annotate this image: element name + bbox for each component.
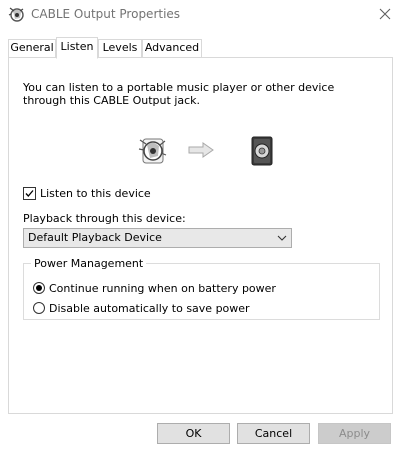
listen-tab-panel: You can listen to a portable music playe…	[8, 57, 393, 414]
cancel-button[interactable]: Cancel	[237, 423, 310, 444]
listen-description: You can listen to a portable music playe…	[23, 81, 335, 107]
playback-label: Playback through this device:	[23, 212, 186, 225]
radio-disable-automatically-label: Disable automatically to save power	[49, 301, 250, 315]
speaker-properties-icon	[8, 7, 24, 22]
radio-continue-running-label: Continue running when on battery power	[49, 281, 276, 295]
close-button[interactable]	[368, 0, 401, 28]
apply-button[interactable]: Apply	[318, 423, 391, 444]
ok-button[interactable]: OK	[157, 423, 230, 444]
arrow-right-icon	[188, 142, 214, 158]
device-diagram	[137, 133, 277, 173]
properties-dialog: CABLE Output Properties General Listen L…	[0, 0, 401, 450]
tab-listen[interactable]: Listen	[56, 37, 98, 59]
radio-disable-automatically[interactable]: Disable automatically to save power	[33, 301, 250, 315]
listen-checkbox-label: Listen to this device	[40, 186, 151, 200]
radio-button-selected[interactable]	[33, 282, 45, 294]
power-management-group: Power Management Continue running when o…	[23, 257, 380, 320]
close-icon	[379, 8, 390, 20]
radio-button-unselected[interactable]	[33, 302, 45, 314]
tab-advanced[interactable]: Advanced	[142, 39, 202, 57]
tab-strip: General Listen Levels Advanced	[8, 37, 393, 59]
title-bar: CABLE Output Properties	[0, 0, 401, 30]
cable-output-device-icon	[138, 138, 167, 164]
listen-checkbox[interactable]	[23, 186, 36, 200]
tab-levels[interactable]: Levels	[98, 39, 142, 57]
window-title: CABLE Output Properties	[31, 7, 181, 21]
tab-general[interactable]: General	[8, 39, 56, 57]
listen-checkbox-row[interactable]: Listen to this device	[23, 186, 151, 200]
radio-continue-running[interactable]: Continue running when on battery power	[33, 281, 276, 295]
checkmark-icon	[25, 189, 34, 197]
playback-device-value: Default Playback Device	[28, 231, 162, 244]
speaker-icon	[251, 136, 273, 166]
power-management-title: Power Management	[31, 257, 147, 270]
chevron-down-icon	[277, 235, 287, 241]
playback-device-select[interactable]: Default Playback Device	[23, 228, 292, 248]
